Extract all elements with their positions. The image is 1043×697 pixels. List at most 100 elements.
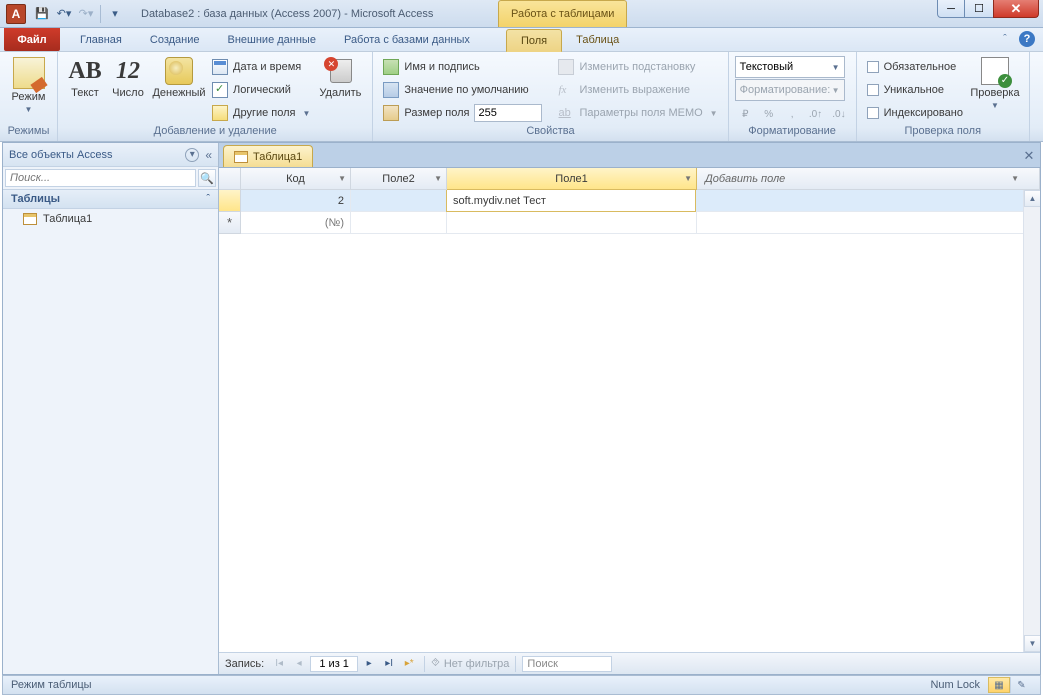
cell-field1-editing[interactable]: soft.mydiv.net Тест <box>446 189 696 212</box>
dropdown-icon[interactable]: ▼ <box>338 174 346 183</box>
app-icon[interactable]: A <box>6 4 26 24</box>
dropdown-icon: ▼ <box>832 86 840 95</box>
indexed-checkbox-row[interactable]: Индексировано <box>863 102 967 124</box>
help-icon[interactable]: ? <box>1019 31 1035 47</box>
tab-create[interactable]: Создание <box>136 28 214 51</box>
data-type-combo[interactable]: Текстовый▼ <box>735 56 845 78</box>
prev-record-button[interactable]: ◂ <box>290 656 308 672</box>
more-fields-button[interactable]: Другие поля▼ <box>208 102 314 124</box>
document-tab-table1[interactable]: Таблица1 <box>223 145 313 167</box>
memo-settings-label: Параметры поля MEMO <box>579 107 702 119</box>
modify-expression-label: Изменить выражение <box>579 84 689 96</box>
required-checkbox[interactable] <box>867 61 879 73</box>
redo-icon[interactable]: ↷▾ <box>76 4 96 24</box>
delete-field-button[interactable]: Удалить <box>314 54 366 122</box>
field-size-input[interactable] <box>474 104 542 122</box>
number-field-button[interactable]: 12 Число <box>106 54 150 122</box>
status-bar: Режим таблицы Num Lock ▦ ✎ <box>2 675 1041 695</box>
dropdown-icon[interactable]: ▼ <box>684 174 692 183</box>
column-header-field2[interactable]: Поле2 ▼ <box>351 168 447 190</box>
group-add-delete-label: Добавление и удаление <box>64 125 366 141</box>
close-button[interactable]: ✕ <box>993 0 1039 18</box>
tab-table[interactable]: Таблица <box>562 28 633 51</box>
nav-item-table1[interactable]: Таблица1 <box>3 209 218 229</box>
tab-file[interactable]: Файл <box>4 28 60 51</box>
design-view-button[interactable]: ✎ <box>1010 677 1032 693</box>
validation-label: Проверка <box>970 87 1019 99</box>
record-search-input[interactable]: Поиск <box>522 656 612 672</box>
dropdown-icon[interactable]: ▼ <box>434 174 442 183</box>
boolean-label: Логический <box>233 84 291 96</box>
nav-collapse-icon[interactable]: « <box>205 148 212 162</box>
new-row-selector[interactable]: * <box>219 212 241 234</box>
vertical-scrollbar[interactable]: ▲ ▼ <box>1023 190 1040 652</box>
record-position-input[interactable] <box>310 656 358 672</box>
save-icon[interactable]: 💾 <box>32 4 52 24</box>
dropdown-icon[interactable]: ▼ <box>1011 174 1019 183</box>
more-fields-icon <box>212 105 228 121</box>
name-caption-button[interactable]: Имя и подпись <box>379 56 546 78</box>
scroll-down-button[interactable]: ▼ <box>1024 635 1040 652</box>
ribbon-minimize-icon[interactable]: ˆ <box>997 31 1013 47</box>
cell-field2[interactable] <box>351 190 447 212</box>
datetime-field-button[interactable]: Дата и время <box>208 56 314 78</box>
nav-header[interactable]: Все объекты Access ▾ « <box>3 143 218 167</box>
cell-empty[interactable] <box>697 212 1040 234</box>
cell-empty[interactable] <box>447 212 697 234</box>
undo-icon[interactable]: ↶▾ <box>54 4 74 24</box>
cell-empty[interactable] <box>696 190 1040 212</box>
nav-menu-icon[interactable]: ▾ <box>185 148 199 162</box>
memo-icon: ab <box>558 107 574 119</box>
default-value-button[interactable]: Значение по умолчанию <box>379 79 546 101</box>
column-header-add[interactable]: Добавить поле ▼ <box>697 168 1040 190</box>
datasheet-view-button[interactable]: ▦ <box>988 677 1010 693</box>
fx-icon: fx <box>558 84 574 96</box>
tab-fields[interactable]: Поля <box>506 29 562 52</box>
tab-database-tools[interactable]: Работа с базами данных <box>330 28 484 51</box>
ribbon-tabs: Файл Главная Создание Внешние данные Раб… <box>0 28 1043 52</box>
required-checkbox-row[interactable]: Обязательное <box>863 56 967 78</box>
column-header-id[interactable]: Код▼ <box>241 168 351 190</box>
column-header-field1[interactable]: Поле1▼ <box>447 168 697 190</box>
table-row[interactable]: 2 soft.mydiv.net Тест <box>219 190 1040 212</box>
add-column-label: Добавить поле <box>705 173 785 185</box>
size-icon <box>383 105 399 121</box>
currency-field-button[interactable]: Денежный <box>150 54 208 122</box>
contextual-tab-title: Работа с таблицами <box>498 0 627 27</box>
next-record-button[interactable]: ▸ <box>360 656 378 672</box>
filter-indicator[interactable]: ⯑Нет фильтра <box>431 657 509 670</box>
boolean-field-button[interactable]: Логический <box>208 79 314 101</box>
cell-id[interactable]: 2 <box>241 190 351 212</box>
table-row-new[interactable]: * (№) <box>219 212 1040 234</box>
unique-checkbox-row[interactable]: Уникальное <box>863 79 967 101</box>
unique-checkbox[interactable] <box>867 84 879 96</box>
qat-customize-icon[interactable]: ▾ <box>105 4 125 24</box>
datasheet-grid[interactable]: Код▼ Поле2 ▼ Поле1▼ Добавить поле ▼ 2 soft… <box>219 167 1040 652</box>
scroll-up-button[interactable]: ▲ <box>1024 190 1040 207</box>
last-record-button[interactable]: ▸I <box>380 656 398 672</box>
collapse-group-icon[interactable]: ˆ <box>206 193 210 205</box>
column-f2-label: Поле2 <box>382 173 414 185</box>
new-record-button[interactable]: ▸* <box>400 656 418 672</box>
tab-home[interactable]: Главная <box>66 28 136 51</box>
add-types-column: Дата и время Логический Другие поля▼ <box>208 54 314 124</box>
select-all-cell[interactable] <box>219 168 241 190</box>
minimize-button[interactable]: ─ <box>937 0 965 18</box>
view-mode-button[interactable]: Режим ▼ <box>6 54 51 122</box>
indexed-checkbox[interactable] <box>867 107 879 119</box>
search-icon[interactable]: 🔍 <box>198 169 216 187</box>
more-fields-label: Другие поля <box>233 107 295 119</box>
tab-external-data[interactable]: Внешние данные <box>214 28 330 51</box>
cell-id-new[interactable]: (№) <box>241 212 351 234</box>
validation-button[interactable]: Проверка ▼ <box>967 54 1023 122</box>
text-field-button[interactable]: AB Текст <box>64 54 106 122</box>
nav-search-input[interactable] <box>5 169 196 187</box>
maximize-button[interactable]: ☐ <box>965 0 993 18</box>
cell-empty[interactable] <box>351 212 447 234</box>
document-close-button[interactable]: ✕ <box>1018 145 1040 167</box>
separator <box>424 656 425 672</box>
row-selector[interactable] <box>219 190 241 212</box>
nav-group-tables[interactable]: Таблицыˆ <box>3 189 218 209</box>
dropdown-icon: ▼ <box>991 101 999 110</box>
first-record-button[interactable]: I◂ <box>270 656 288 672</box>
